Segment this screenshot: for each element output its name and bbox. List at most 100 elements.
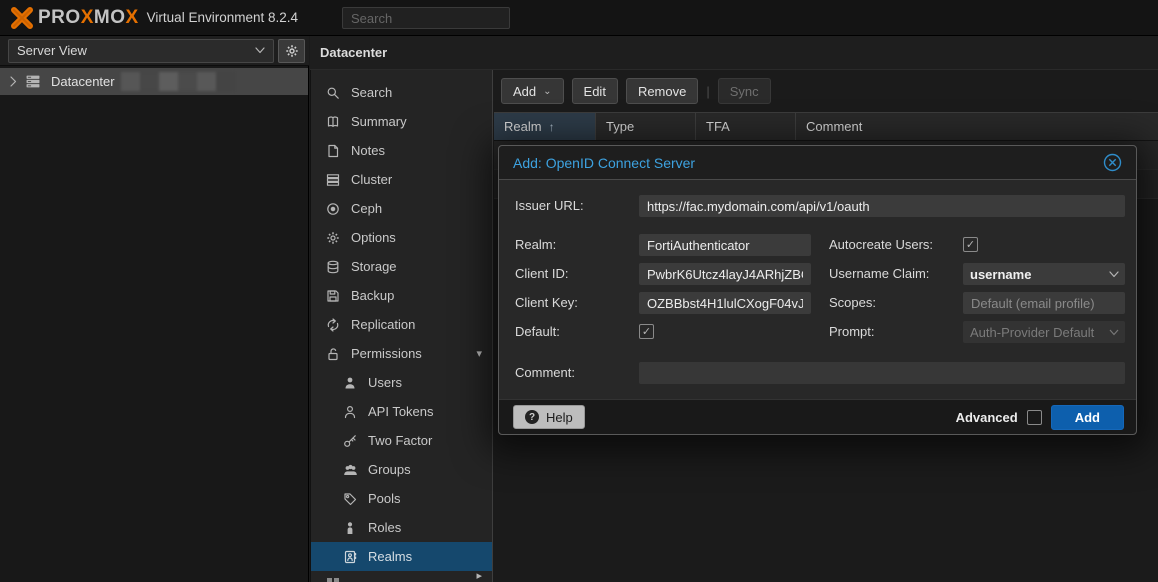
- caret-down-icon[interactable]: ▾: [476, 347, 482, 360]
- menu-item-realms[interactable]: Realms: [311, 542, 492, 571]
- address-book-icon: [342, 550, 358, 564]
- menu-item-api-tokens[interactable]: API Tokens: [311, 397, 492, 426]
- menu-item-pools[interactable]: Pools: [311, 484, 492, 513]
- tag-icon: [342, 492, 358, 506]
- default-label: Default:: [515, 321, 560, 343]
- help-button[interactable]: ? Help: [513, 405, 585, 429]
- tree-panel-header: Server View: [0, 36, 309, 66]
- generic-icon: [325, 576, 341, 582]
- client-id-label: Client ID:: [515, 263, 568, 285]
- prompt-select[interactable]: Auth-Provider Default: [963, 321, 1125, 343]
- comment-input[interactable]: [639, 362, 1125, 384]
- refresh-arrows-icon: [325, 318, 341, 332]
- username-claim-select[interactable]: username: [963, 263, 1125, 285]
- menu-item-cluster[interactable]: Cluster: [311, 165, 492, 194]
- comment-label: Comment:: [515, 362, 575, 384]
- column-header-type[interactable]: Type: [596, 113, 696, 140]
- client-key-input[interactable]: [639, 292, 811, 314]
- proxmox-logo-icon: [10, 6, 34, 30]
- column-header-comment[interactable]: Comment: [796, 113, 1158, 140]
- realm-input[interactable]: [639, 234, 811, 256]
- top-bar: PROXMOX Virtual Environment 8.2.4: [0, 0, 1158, 36]
- chevron-down-icon: ⌄: [543, 86, 551, 97]
- default-checkbox[interactable]: [639, 324, 654, 339]
- menu-item-notes[interactable]: Notes: [311, 136, 492, 165]
- menu-item-users[interactable]: Users: [311, 368, 492, 397]
- close-icon[interactable]: [1103, 153, 1122, 172]
- menu-item-backup[interactable]: Backup: [311, 281, 492, 310]
- tree-settings-button[interactable]: [278, 39, 305, 63]
- search-icon: [325, 86, 341, 100]
- dialog-footer: ? Help Advanced Add: [499, 399, 1136, 434]
- cluster-icon: [325, 173, 341, 187]
- ceph-icon: [325, 202, 341, 216]
- dialog-add-button[interactable]: Add: [1051, 405, 1124, 430]
- user-icon: [342, 376, 358, 390]
- add-dropdown-button[interactable]: Add ⌄: [501, 78, 564, 104]
- caret-icon: ▸: [476, 571, 482, 582]
- floppy-icon: [325, 289, 341, 303]
- toolbar-separator: |: [706, 84, 709, 99]
- column-header-realm[interactable]: Realm ↑: [494, 113, 596, 140]
- content-panel-header: Datacenter: [310, 36, 1158, 70]
- view-selector[interactable]: Server View: [8, 39, 274, 63]
- menu-item-groups[interactable]: Groups: [311, 455, 492, 484]
- resource-tree-panel: Datacenter: [0, 66, 309, 582]
- menu-item-summary[interactable]: Summary: [311, 107, 492, 136]
- person-icon: [342, 521, 358, 535]
- users-group-icon: [342, 463, 358, 477]
- column-header-tfa[interactable]: TFA: [696, 113, 796, 140]
- scopes-label: Scopes:: [829, 292, 876, 314]
- realms-toolbar: Add ⌄ Edit Remove | Sync: [494, 76, 1158, 106]
- add-openid-dialog: Add: OpenID Connect Server Issuer URL: R…: [498, 145, 1137, 435]
- scopes-input[interactable]: [963, 292, 1125, 314]
- datacenter-menu: Search Summary Notes Cluster Ceph Option…: [310, 70, 493, 582]
- expander-chevron-right-icon[interactable]: [10, 76, 17, 87]
- menu-item-options[interactable]: Options: [311, 223, 492, 252]
- menu-item-search[interactable]: Search: [311, 78, 492, 107]
- realms-table-header: Realm ↑ Type TFA Comment: [494, 112, 1158, 141]
- menu-item-ceph[interactable]: Ceph: [311, 194, 492, 223]
- page-title: Datacenter: [320, 45, 387, 60]
- client-key-label: Client Key:: [515, 292, 578, 314]
- menu-item-storage[interactable]: Storage: [311, 252, 492, 281]
- global-search-input[interactable]: [342, 7, 510, 29]
- menu-item-permissions[interactable]: Permissions ▾: [311, 339, 492, 368]
- note-icon: [325, 144, 341, 158]
- advanced-checkbox[interactable]: [1027, 410, 1042, 425]
- menu-item-two-factor[interactable]: Two Factor: [311, 426, 492, 455]
- username-claim-label: Username Claim:: [829, 263, 929, 285]
- issuer-url-label: Issuer URL:: [515, 195, 584, 217]
- key-icon: [342, 434, 358, 448]
- dialog-title-bar[interactable]: Add: OpenID Connect Server: [499, 146, 1136, 180]
- menu-item-roles[interactable]: Roles: [311, 513, 492, 542]
- autocreate-users-label: Autocreate Users:: [829, 234, 933, 256]
- advanced-label: Advanced: [956, 410, 1018, 425]
- menu-item-replication[interactable]: Replication: [311, 310, 492, 339]
- remove-button[interactable]: Remove: [626, 78, 698, 104]
- autocreate-users-checkbox[interactable]: [963, 237, 978, 252]
- book-icon: [325, 115, 341, 129]
- chevron-down-icon: [1109, 271, 1119, 278]
- question-icon: ?: [525, 410, 539, 424]
- menu-item-partial[interactable]: ▸: [311, 571, 492, 582]
- chevron-down-icon: [1109, 329, 1119, 336]
- tree-node-datacenter[interactable]: Datacenter: [0, 68, 308, 95]
- sync-button[interactable]: Sync: [718, 78, 771, 104]
- prompt-label: Prompt:: [829, 321, 875, 343]
- brand-wordmark: PROXMOX: [38, 7, 139, 29]
- issuer-url-input[interactable]: [639, 195, 1125, 217]
- dialog-title: Add: OpenID Connect Server: [513, 155, 695, 171]
- client-id-input[interactable]: [639, 263, 811, 285]
- version-subtitle: Virtual Environment 8.2.4: [147, 10, 298, 25]
- view-selector-label: Server View: [17, 43, 87, 58]
- server-icon: [25, 74, 41, 89]
- database-icon: [325, 260, 341, 274]
- gear-icon: [285, 44, 299, 58]
- tree-node-label: Datacenter: [51, 74, 115, 89]
- edit-button[interactable]: Edit: [572, 78, 618, 104]
- unlock-icon: [325, 347, 341, 361]
- redacted-node-name: [121, 72, 235, 91]
- user-outline-icon: [342, 405, 358, 419]
- gear-icon: [325, 231, 341, 245]
